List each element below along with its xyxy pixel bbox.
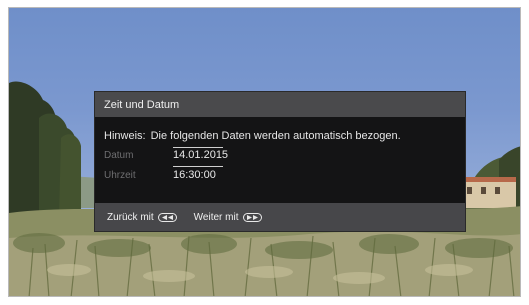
dialog-body: Hinweis: Die folgenden Daten werden autom… (95, 117, 465, 203)
date-separator-line (173, 147, 223, 148)
date-value: 14.01.2015 (173, 149, 229, 161)
time-date-dialog: Zeit und Datum Hinweis: Die folgenden Dat… (95, 92, 465, 231)
time-value: 16:30:00 (173, 169, 216, 181)
time-label: Uhrzeit (104, 170, 136, 181)
back-label: Zurück mit (107, 211, 154, 223)
fast-forward-key-icon (242, 212, 262, 222)
dialog-title-bar: Zeit und Datum (95, 92, 465, 117)
rewind-key-icon (157, 212, 177, 222)
dialog-footer: Zurück mit Weiter mit (95, 203, 465, 231)
tv-screen: Zeit und Datum Hinweis: Die folgenden Dat… (8, 7, 521, 297)
dialog-title: Zeit und Datum (104, 98, 180, 111)
time-separator-line (173, 166, 223, 167)
hint-text: Hinweis: Die folgenden Daten werden autom… (104, 130, 401, 142)
back-button[interactable]: Zurück mit (107, 212, 177, 223)
next-label: Weiter mit (193, 211, 239, 223)
date-label: Datum (104, 150, 134, 161)
next-button[interactable]: Weiter mit (194, 212, 262, 223)
hint-message: Die folgenden Daten werden automatisch b… (150, 130, 401, 142)
hint-prefix: Hinweis: (104, 130, 146, 142)
